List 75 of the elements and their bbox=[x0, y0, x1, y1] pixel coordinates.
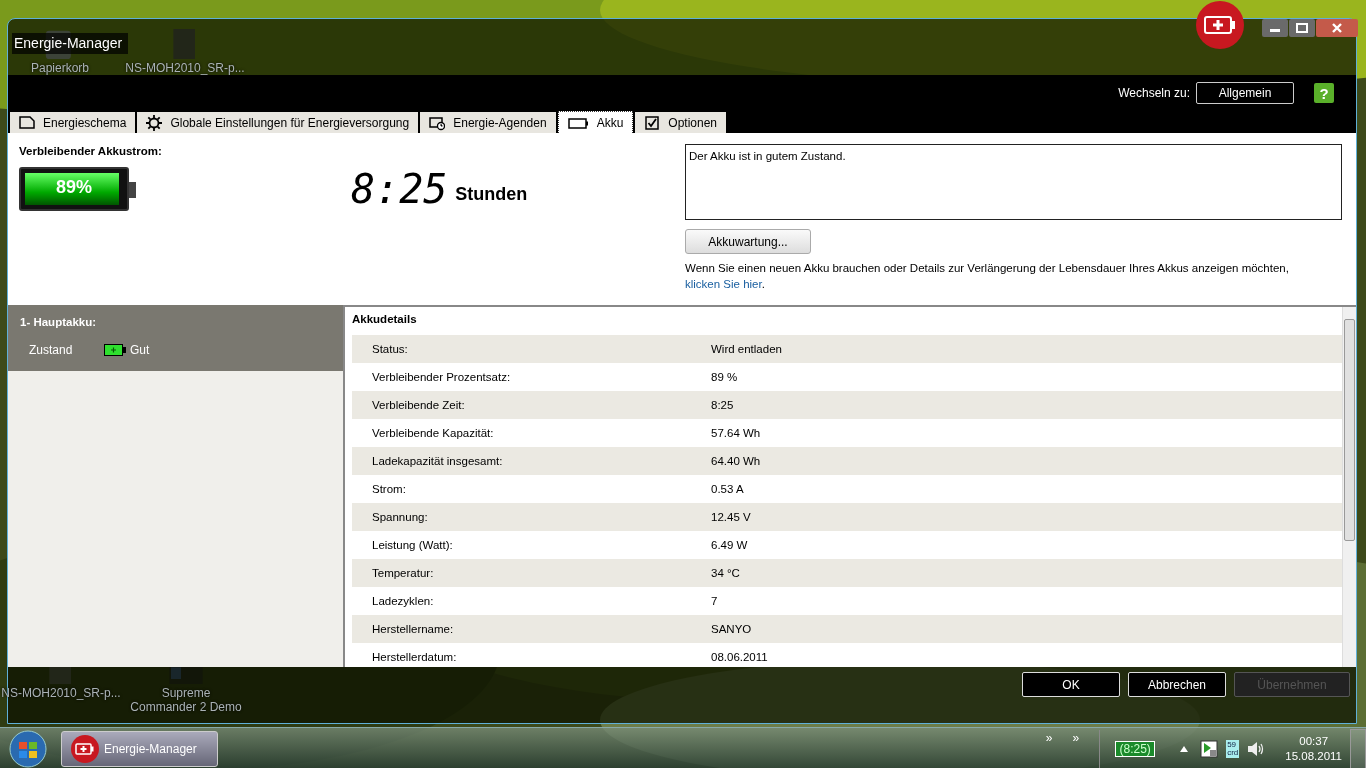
row-label: Ladekapazität insgesamt: bbox=[371, 455, 504, 467]
row-value: 57.64 Wh bbox=[711, 427, 761, 439]
battery-logo-icon bbox=[1195, 0, 1245, 50]
row-label: Leistung (Watt): bbox=[371, 539, 454, 551]
battery-list-item[interactable]: 1- Hauptakku: Zustand Gut bbox=[8, 305, 343, 371]
icon-label[interactable]: Papierkorb bbox=[31, 61, 89, 75]
flag-icon bbox=[1200, 739, 1219, 758]
minimize-icon bbox=[1262, 19, 1288, 37]
row-label: Ladezyklen: bbox=[371, 595, 435, 607]
tray-badge-icon[interactable]: 59 crd bbox=[1226, 739, 1240, 758]
close-icon bbox=[1316, 19, 1358, 37]
row-label: Verbleibende Zeit: bbox=[371, 399, 466, 411]
checkbox-icon bbox=[644, 114, 661, 131]
dialog-button[interactable]: Abbrechen bbox=[1128, 672, 1226, 697]
battery-icon bbox=[104, 344, 126, 356]
scrollbar-thumb[interactable] bbox=[1344, 319, 1355, 541]
row-value: 8:25 bbox=[711, 399, 734, 411]
row-value: 0.53 A bbox=[711, 483, 744, 495]
window-title: Energie-Manager bbox=[12, 33, 129, 54]
link[interactable]: klicken Sie hier bbox=[685, 278, 762, 290]
row-value: SANYO bbox=[711, 623, 752, 635]
scrollbar[interactable] bbox=[1342, 307, 1356, 667]
page-icon bbox=[19, 114, 35, 131]
battery-title: 1- Hauptakku: bbox=[20, 316, 98, 328]
state-value: Gut bbox=[130, 343, 150, 357]
clock-date[interactable]: 15.08.2011 bbox=[1285, 748, 1342, 764]
row-value: 64.40 Wh bbox=[711, 455, 761, 467]
tab[interactable]: Globale Einstellungen für Energieversorgung bbox=[137, 112, 419, 133]
battery-time-indicator[interactable]: (8:25) bbox=[1115, 740, 1155, 757]
app-label: Energie-Manager bbox=[104, 741, 197, 756]
row-label: Temperatur: bbox=[371, 567, 435, 579]
row-label: Herstellerdatum: bbox=[371, 651, 458, 663]
gear-icon bbox=[146, 114, 163, 131]
row-label: Verbleibender Prozentsatz: bbox=[371, 371, 512, 383]
state-label: Zustand bbox=[29, 343, 74, 357]
time-unit: Stunden bbox=[455, 184, 528, 205]
icon-label[interactable]: Supreme Commander 2 Demo bbox=[127, 686, 245, 714]
row-label: Strom: bbox=[371, 483, 407, 495]
details-title: Akkudetails bbox=[352, 313, 418, 327]
row-value: 08.06.2011 bbox=[711, 651, 768, 663]
start-button-icon bbox=[9, 729, 47, 768]
maintenance-button[interactable]: Akkuwartung... bbox=[685, 229, 811, 254]
tab[interactable]: Energie-Agenden bbox=[420, 112, 556, 133]
tab[interactable]: Energieschema bbox=[10, 112, 136, 133]
switch-button[interactable]: Allgemein bbox=[1196, 82, 1294, 104]
row-value: 12.45 V bbox=[711, 511, 751, 523]
row-value: 34 °C bbox=[711, 567, 740, 579]
row-label: Status: bbox=[371, 343, 409, 355]
toolbar-chevron[interactable]: » bbox=[1045, 731, 1053, 745]
show-hidden-icons-icon bbox=[1180, 745, 1189, 752]
row-value: Wird entladen bbox=[711, 343, 782, 355]
battery-logo-icon bbox=[70, 733, 100, 764]
row-label: Herstellername: bbox=[371, 623, 455, 635]
icon-label[interactable]: NS-MOH2010_SR-p... bbox=[125, 61, 245, 75]
remaining-time: 8:25 bbox=[351, 167, 448, 211]
clock-icon bbox=[429, 114, 446, 131]
toolbar-chevron[interactable]: » bbox=[1072, 731, 1080, 745]
section-label: Verbleibender Akkustrom: bbox=[19, 145, 163, 157]
tab[interactable]: Akku bbox=[557, 111, 634, 133]
battery-percent: 89% bbox=[55, 177, 93, 198]
volume-icon bbox=[1247, 740, 1266, 757]
clock-time[interactable]: 00:37 bbox=[1299, 733, 1329, 749]
row-label: Spannung: bbox=[371, 511, 429, 523]
status-message: Der Akku ist in gutem Zustand. bbox=[689, 150, 846, 162]
row-value: 6.49 W bbox=[711, 539, 748, 551]
info-text: Wenn Sie einen neuen Akku brauchen oder Details zur Verlängerung der Lebensdauer Ihres Akkus anzeigen möchten, klicken Sie hier. bbox=[685, 261, 1290, 292]
row-label: Verbleibende Kapazität: bbox=[371, 427, 495, 439]
dialog-button[interactable]: OK bbox=[1022, 672, 1120, 697]
restore-icon bbox=[1289, 19, 1315, 37]
row-value: 89 % bbox=[711, 371, 738, 383]
switch-label: Wechseln zu: bbox=[1118, 86, 1190, 100]
tab[interactable]: Optionen bbox=[635, 112, 726, 133]
row-value: 7 bbox=[711, 595, 718, 607]
taskbar-app-button[interactable]: Energie-Manager bbox=[61, 730, 218, 767]
show-desktop-button[interactable] bbox=[1350, 728, 1366, 768]
